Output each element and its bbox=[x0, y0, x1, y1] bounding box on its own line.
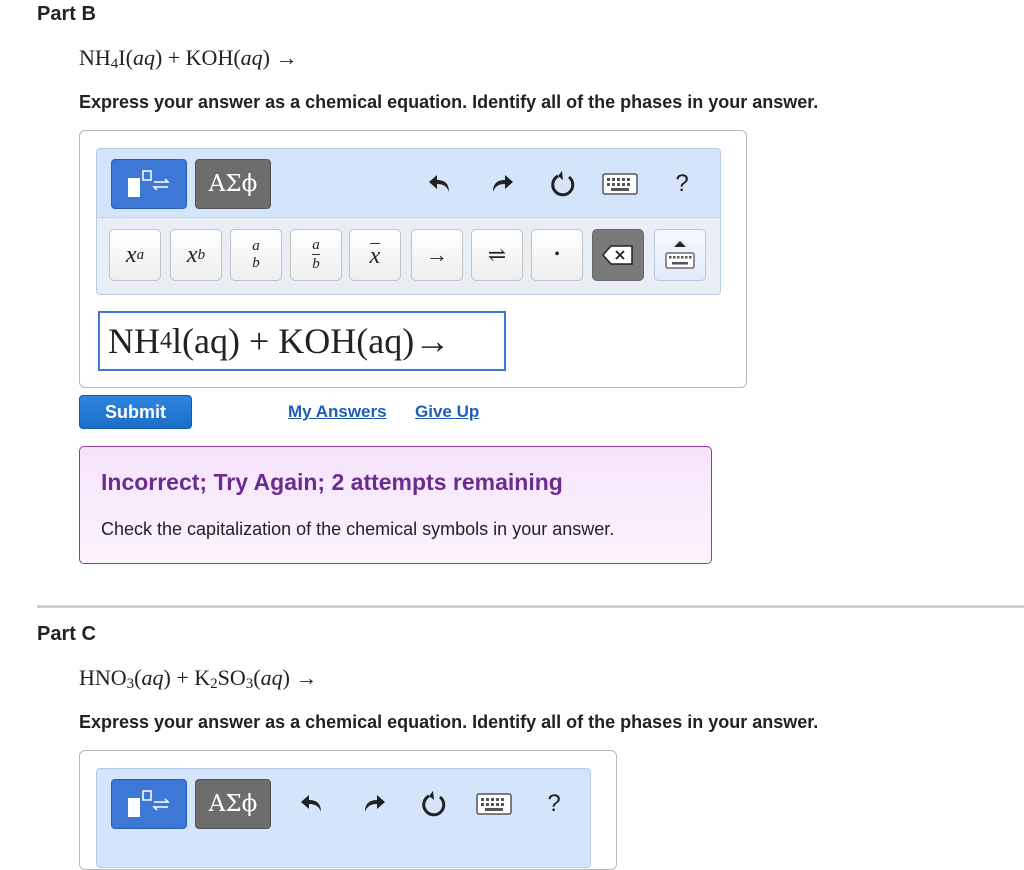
feedback-panel: Incorrect; Try Again; 2 attempts remaini… bbox=[79, 446, 712, 564]
part-c-templates-icon[interactable] bbox=[111, 779, 187, 829]
feedback-message: Check the capitalization of the chemical… bbox=[101, 519, 615, 539]
fraction-key[interactable]: ab bbox=[230, 229, 282, 281]
part-b-math-editor: ΑΣϕ ? xa xb ab ab x → ⇌ • bbox=[96, 148, 721, 295]
give-up-link[interactable]: Give Up bbox=[415, 402, 479, 422]
part-c-equation: HNO3(aq) + K2SO3(aq) → bbox=[79, 665, 318, 692]
reset-icon[interactable] bbox=[543, 159, 583, 209]
editor-toolbar: ΑΣϕ ? bbox=[97, 149, 720, 217]
greek-letters-icon[interactable]: ΑΣϕ bbox=[195, 159, 271, 209]
keyboard-icon[interactable] bbox=[654, 229, 706, 281]
dot-key[interactable]: • bbox=[531, 229, 583, 281]
keyboard-shortcuts-icon[interactable] bbox=[600, 159, 640, 209]
part-c-title: Part C bbox=[37, 623, 96, 645]
reaction-arrow-key[interactable]: → bbox=[411, 229, 463, 281]
superscript-key[interactable]: xa bbox=[109, 229, 161, 281]
backspace-icon[interactable] bbox=[592, 229, 644, 281]
feedback-title: Incorrect; Try Again; 2 attempts remaini… bbox=[101, 469, 563, 495]
fraction-bar-key[interactable]: ab bbox=[290, 229, 342, 281]
submit-button[interactable]: Submit bbox=[79, 395, 192, 429]
part-c-editor-toolbar: ΑΣϕ ? bbox=[97, 769, 590, 837]
equilibrium-arrow-key[interactable]: ⇌ bbox=[471, 229, 523, 281]
part-c-keyboard-shortcuts-icon[interactable] bbox=[474, 779, 514, 829]
overline-key[interactable]: x bbox=[349, 229, 401, 281]
my-answers-link[interactable]: My Answers bbox=[288, 402, 387, 422]
part-c-help-icon[interactable]: ? bbox=[534, 779, 574, 829]
part-b-answer-box: ΑΣϕ ? xa xb ab ab x → ⇌ • NH 4 l(aq) + K… bbox=[79, 130, 747, 388]
part-b-instruction: Express your answer as a chemical equati… bbox=[79, 92, 819, 112]
part-c-undo-icon[interactable] bbox=[293, 779, 333, 829]
part-b-equation: NH4I(aq) + KOH(aq) → bbox=[79, 45, 298, 72]
editor-keypad: xa xb ab ab x → ⇌ • bbox=[97, 217, 720, 294]
part-c-reset-icon[interactable] bbox=[414, 779, 454, 829]
part-b-title: Part B bbox=[37, 3, 96, 25]
part-c-greek-letters-icon[interactable]: ΑΣϕ bbox=[195, 779, 271, 829]
part-c-answer-box: ΑΣϕ ? bbox=[79, 750, 617, 870]
redo-icon[interactable] bbox=[481, 159, 521, 209]
templates-icon[interactable] bbox=[111, 159, 187, 209]
undo-icon[interactable] bbox=[421, 159, 461, 209]
part-c-redo-icon[interactable] bbox=[353, 779, 393, 829]
part-c-instruction: Express your answer as a chemical equati… bbox=[79, 712, 819, 732]
section-divider bbox=[37, 605, 1024, 608]
answer-input-field[interactable]: NH 4 l(aq) + KOH(aq)→ bbox=[98, 311, 506, 371]
part-c-math-editor: ΑΣϕ ? bbox=[96, 768, 591, 868]
help-icon[interactable]: ? bbox=[662, 159, 702, 209]
subscript-key[interactable]: xb bbox=[170, 229, 222, 281]
